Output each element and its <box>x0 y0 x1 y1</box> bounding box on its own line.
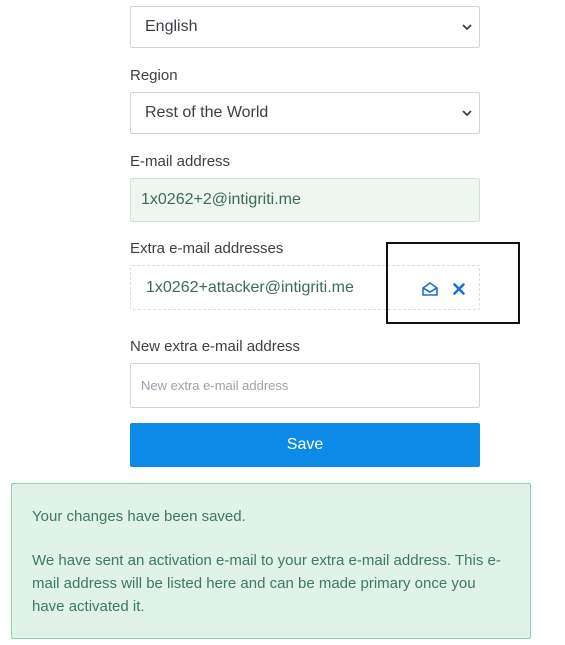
extra-email-value: 1x0262+attacker@intigriti.me <box>146 279 354 296</box>
region-select-value: Rest of the World <box>145 104 269 121</box>
success-alert: Your changes have been saved. We have se… <box>11 483 531 639</box>
region-select[interactable]: Rest of the World <box>130 92 480 134</box>
chevron-down-icon <box>462 110 472 117</box>
save-button[interactable]: Save <box>130 423 480 467</box>
email-value: 1x0262+2@intigriti.me <box>141 191 301 208</box>
language-select-value: English <box>145 18 198 35</box>
chevron-down-icon <box>462 24 472 31</box>
region-label: Region <box>130 67 178 84</box>
new-extra-email-label: New extra e-mail address <box>130 338 301 355</box>
email-field: 1x0262+2@intigriti.me <box>130 178 480 222</box>
email-label: E-mail address <box>130 153 231 170</box>
new-extra-email-input[interactable] <box>130 363 480 408</box>
language-select[interactable]: English <box>130 6 480 48</box>
extra-emails-label: Extra e-mail addresses <box>130 240 284 257</box>
annotation-highlight-box <box>386 242 520 324</box>
alert-activation-text: We have sent an activation e-mail to you… <box>32 552 501 615</box>
alert-saved-text: Your changes have been saved. <box>32 508 246 525</box>
